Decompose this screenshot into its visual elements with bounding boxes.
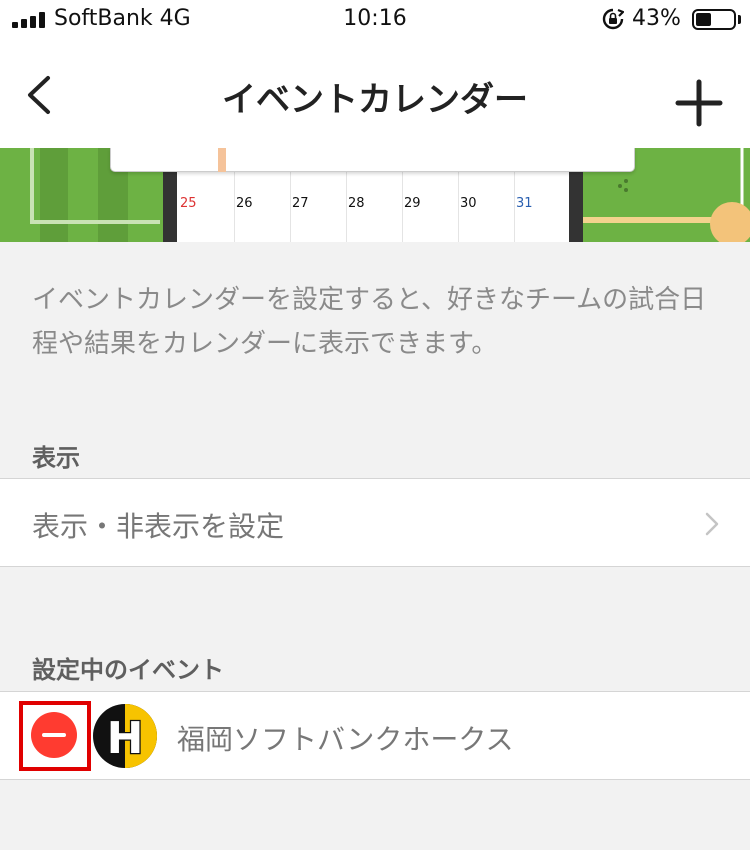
calendar-day: 25	[180, 196, 197, 211]
remove-event-button[interactable]	[31, 712, 77, 758]
navigation-bar: イベントカレンダー	[0, 40, 750, 148]
description-text: イベントカレンダーを設定すると、好きなチームの試合日程や結果をカレンダーに表示で…	[32, 285, 707, 359]
calendar-day: 26	[236, 196, 253, 211]
battery-nub	[738, 15, 741, 24]
section-header-events: 設定中のイベント	[32, 656, 224, 684]
battery-percent: 43%	[632, 6, 681, 31]
chevron-right-icon	[705, 512, 719, 536]
calendar-popup	[110, 148, 635, 172]
calendar-day: 28	[348, 196, 365, 211]
team-logo: H	[93, 704, 157, 768]
calendar-day: 29	[404, 196, 421, 211]
event-name: 福岡ソフトバンクホークス	[177, 723, 514, 756]
battery-fill	[696, 13, 711, 26]
calendar-day: 27	[292, 196, 309, 211]
calendar-banner: 25 26 27 28 29 30 31	[0, 148, 750, 242]
battery-icon	[692, 9, 736, 30]
page-title: イベントカレンダー	[222, 80, 528, 120]
rotation-lock-icon	[602, 8, 624, 30]
team-logo-letter: H	[107, 713, 144, 764]
display-settings-label: 表示・非表示を設定	[32, 510, 285, 543]
section-header-display: 表示	[32, 444, 80, 472]
calendar-day: 31	[516, 196, 533, 211]
calendar-marker	[218, 148, 226, 172]
add-button[interactable]	[674, 78, 724, 128]
display-settings-row[interactable]: 表示・非表示を設定	[0, 478, 750, 567]
calendar-day: 30	[460, 196, 477, 211]
status-bar: SoftBank 4G 10:16 43%	[0, 0, 750, 40]
